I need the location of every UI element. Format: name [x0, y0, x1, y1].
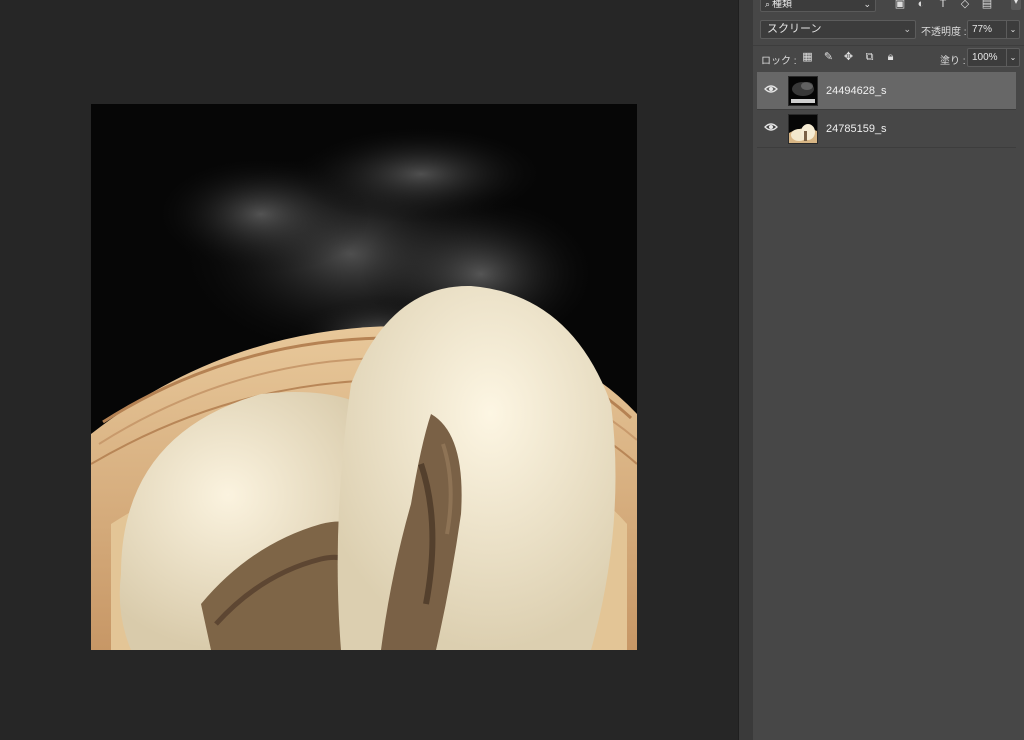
layer-thumbnail: [788, 76, 818, 106]
smart-object-filter-icon[interactable]: ▤: [981, 0, 993, 10]
layer-name: 24494628_s: [826, 85, 887, 97]
chevron-down-icon: ⌄: [863, 0, 871, 9]
fill-input[interactable]: 100%: [967, 48, 1007, 67]
filter-toggle-button[interactable]: ▾: [1011, 0, 1021, 10]
layer-filter-label: 種類: [772, 0, 793, 10]
layer-filter-row: ⌕ 種類 ⌄ ▣ ◐ T ◇ ▤ ▾: [753, 0, 1024, 14]
document-workspace[interactable]: [0, 0, 738, 740]
lock-all-icon[interactable]: 🔒︎: [884, 51, 897, 64]
document-canvas[interactable]: [91, 104, 637, 650]
layer-row[interactable]: 24494628_s: [757, 72, 1016, 110]
layer-list: 24494628_s 24785159_s: [753, 72, 1024, 148]
lock-row: ロック : ▦ ✎ ✥ ⧉ 🔒︎ 塗り : 100% ⌄: [753, 48, 1024, 68]
opacity-label: 不透明度 :: [921, 27, 967, 38]
type-filter-icon[interactable]: T: [937, 0, 949, 10]
canvas-image: [91, 104, 637, 650]
search-icon: ⌕: [765, 0, 771, 9]
image-filter-icon[interactable]: ▣: [894, 0, 906, 10]
layer-row[interactable]: 24785159_s: [757, 110, 1016, 148]
adjustment-filter-icon[interactable]: ◐: [915, 0, 927, 10]
lock-artboard-icon[interactable]: ⧉: [863, 51, 876, 64]
chevron-down-icon: ⌄: [903, 24, 911, 34]
blend-mode-value: スクリーン: [767, 23, 822, 35]
layer-thumbnail: [788, 114, 818, 144]
blend-row: スクリーン ⌄ 不透明度 : 77% ⌄: [753, 20, 1024, 40]
fill-label: 塗り :: [940, 56, 966, 67]
shape-filter-icon[interactable]: ◇: [959, 0, 971, 10]
panel-divider[interactable]: [738, 0, 754, 740]
lock-transparent-icon[interactable]: ▦: [801, 51, 814, 64]
divider: [753, 45, 1024, 46]
layers-panel: ⌕ 種類 ⌄ ▣ ◐ T ◇ ▤ ▾ スクリーン ⌄ 不透明度 : 77% ⌄ ロ…: [753, 0, 1024, 740]
blend-mode-select[interactable]: スクリーン ⌄: [760, 20, 916, 39]
eye-icon[interactable]: [764, 84, 778, 94]
lock-image-icon[interactable]: ✎: [822, 51, 835, 64]
opacity-input[interactable]: 77%: [967, 20, 1007, 39]
layer-filter-select[interactable]: ⌕ 種類 ⌄: [760, 0, 876, 12]
lock-position-icon[interactable]: ✥: [842, 51, 855, 64]
lock-label: ロック :: [761, 56, 797, 67]
opacity-dropdown-button[interactable]: ⌄: [1007, 20, 1020, 39]
fill-dropdown-button[interactable]: ⌄: [1007, 48, 1020, 67]
eye-icon[interactable]: [764, 122, 778, 132]
layer-name: 24785159_s: [826, 123, 887, 135]
